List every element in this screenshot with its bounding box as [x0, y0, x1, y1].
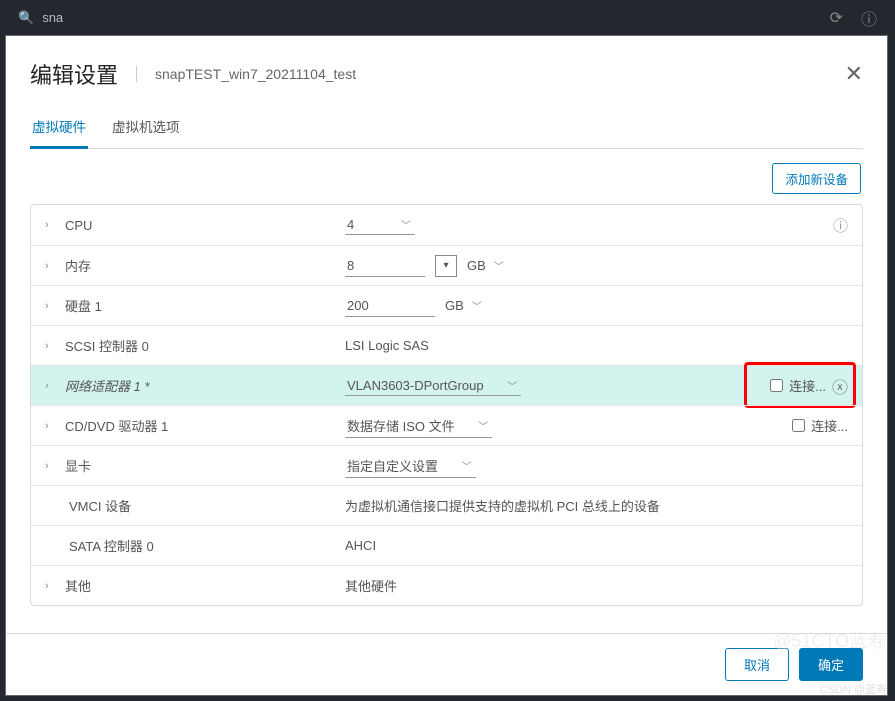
row-nic1: › 网络适配器 1 * VLAN3603-DPortGroup ﹀ 连接... ⓧ	[31, 365, 862, 405]
cd1-value: 数据存储 ISO 文件	[347, 416, 455, 435]
tab-virtual-hardware[interactable]: 虚拟硬件	[30, 108, 88, 149]
search-icon: 🔍	[18, 10, 34, 26]
label-sata0: SATA 控制器 0	[69, 536, 154, 555]
memory-stepper[interactable]: ▾	[435, 255, 457, 277]
info-icon[interactable]: ⓘ	[833, 215, 848, 236]
disk1-size-input[interactable]	[345, 295, 435, 317]
add-device-button[interactable]: 添加新设备	[772, 163, 861, 194]
disk1-unit-select[interactable]: GB ﹀	[445, 298, 482, 313]
disk1-unit: GB	[445, 298, 464, 313]
chevron-right-icon[interactable]: ›	[45, 340, 55, 352]
label-nic1: 网络适配器 1 *	[65, 376, 150, 395]
label-disk1: 硬盘 1	[65, 296, 102, 315]
row-other: › 其他 其他硬件	[31, 565, 862, 605]
vmci-value: 为虚拟机通信接口提供支持的虚拟机 PCI 总线上的设备	[345, 496, 660, 515]
edit-settings-modal: 编辑设置 snapTEST_win7_20211104_test ✕ 虚拟硬件 …	[5, 35, 888, 696]
memory-unit: GB	[467, 258, 486, 273]
tab-vm-options[interactable]: 虚拟机选项	[110, 108, 182, 148]
watermark-2: CSDN @蓝寿	[820, 681, 887, 697]
chevron-right-icon[interactable]: ›	[45, 260, 55, 272]
refresh-icon[interactable]: ⟳	[830, 8, 843, 28]
row-scsi0: › SCSI 控制器 0 LSI Logic SAS	[31, 325, 862, 365]
row-gpu: › 显卡 指定自定义设置 ﹀	[31, 445, 862, 485]
gpu-select[interactable]: 指定自定义设置 ﹀	[345, 454, 476, 478]
nic1-connect-checkbox[interactable]	[770, 379, 783, 392]
chevron-right-icon[interactable]: ›	[45, 219, 55, 231]
cd1-connect-label: 连接...	[811, 416, 848, 435]
row-cpu: ›CPU 4﹀ ⓘ	[31, 205, 862, 245]
row-disk1: › 硬盘 1 GB ﹀	[31, 285, 862, 325]
chevron-down-icon: ﹀	[507, 378, 517, 393]
chevron-right-icon[interactable]: ›	[45, 580, 55, 592]
hardware-config-panel: ›CPU 4﹀ ⓘ ›内存 ▾ GB﹀ ›硬盘 1 GB﹀	[30, 204, 863, 606]
sata0-value: AHCI	[345, 538, 376, 553]
remove-nic-icon[interactable]: ⓧ	[832, 374, 848, 398]
nic1-value: VLAN3603-DPortGroup	[347, 378, 484, 393]
cd1-connect-checkbox[interactable]	[792, 419, 805, 432]
chevron-right-icon[interactable]: ›	[45, 460, 55, 472]
label-vmci: VMCI 设备	[69, 496, 131, 515]
chevron-down-icon: ﹀	[401, 217, 411, 232]
label-cd1: CD/DVD 驱动器 1	[65, 416, 168, 435]
watermark-1: @51CTO蓝寿	[773, 627, 885, 653]
label-scsi0: SCSI 控制器 0	[65, 336, 149, 355]
chevron-right-icon[interactable]: ›	[45, 380, 55, 392]
label-gpu: 显卡	[65, 456, 91, 475]
chevron-right-icon[interactable]: ›	[45, 300, 55, 312]
label-other: 其他	[65, 576, 91, 595]
chevron-down-icon: ﹀	[494, 258, 504, 273]
chevron-down-icon: ﹀	[472, 298, 482, 313]
memory-input[interactable]	[345, 255, 425, 277]
help-icon[interactable]: ⓘ	[861, 6, 877, 30]
memory-unit-select[interactable]: GB ﹀	[467, 258, 504, 273]
label-memory: 内存	[65, 256, 91, 275]
cpu-select[interactable]: 4﹀	[345, 215, 415, 235]
modal-subtitle: snapTEST_win7_20211104_test	[136, 66, 356, 82]
nic1-connect-label: 连接...	[789, 376, 826, 395]
modal-title: 编辑设置	[30, 58, 118, 90]
other-value: 其他硬件	[345, 576, 397, 595]
row-memory: › 内存 ▾ GB ﹀	[31, 245, 862, 285]
chevron-down-icon: ﹀	[478, 418, 488, 433]
cpu-value: 4	[347, 217, 391, 232]
label-cpu: CPU	[65, 218, 92, 233]
row-cd1: › CD/DVD 驱动器 1 数据存储 ISO 文件 ﹀ 连接...	[31, 405, 862, 445]
gpu-value: 指定自定义设置	[347, 456, 438, 475]
row-vmci: VMCI 设备 为虚拟机通信接口提供支持的虚拟机 PCI 总线上的设备	[31, 485, 862, 525]
scsi0-value: LSI Logic SAS	[345, 338, 429, 353]
close-icon[interactable]: ✕	[845, 61, 863, 87]
chevron-right-icon[interactable]: ›	[45, 420, 55, 432]
chevron-down-icon: ﹀	[462, 458, 472, 473]
row-sata0: SATA 控制器 0 AHCI	[31, 525, 862, 565]
search-text: sna	[42, 10, 63, 25]
cd1-source-select[interactable]: 数据存储 ISO 文件 ﹀	[345, 414, 492, 438]
nic1-network-select[interactable]: VLAN3603-DPortGroup ﹀	[345, 376, 521, 396]
